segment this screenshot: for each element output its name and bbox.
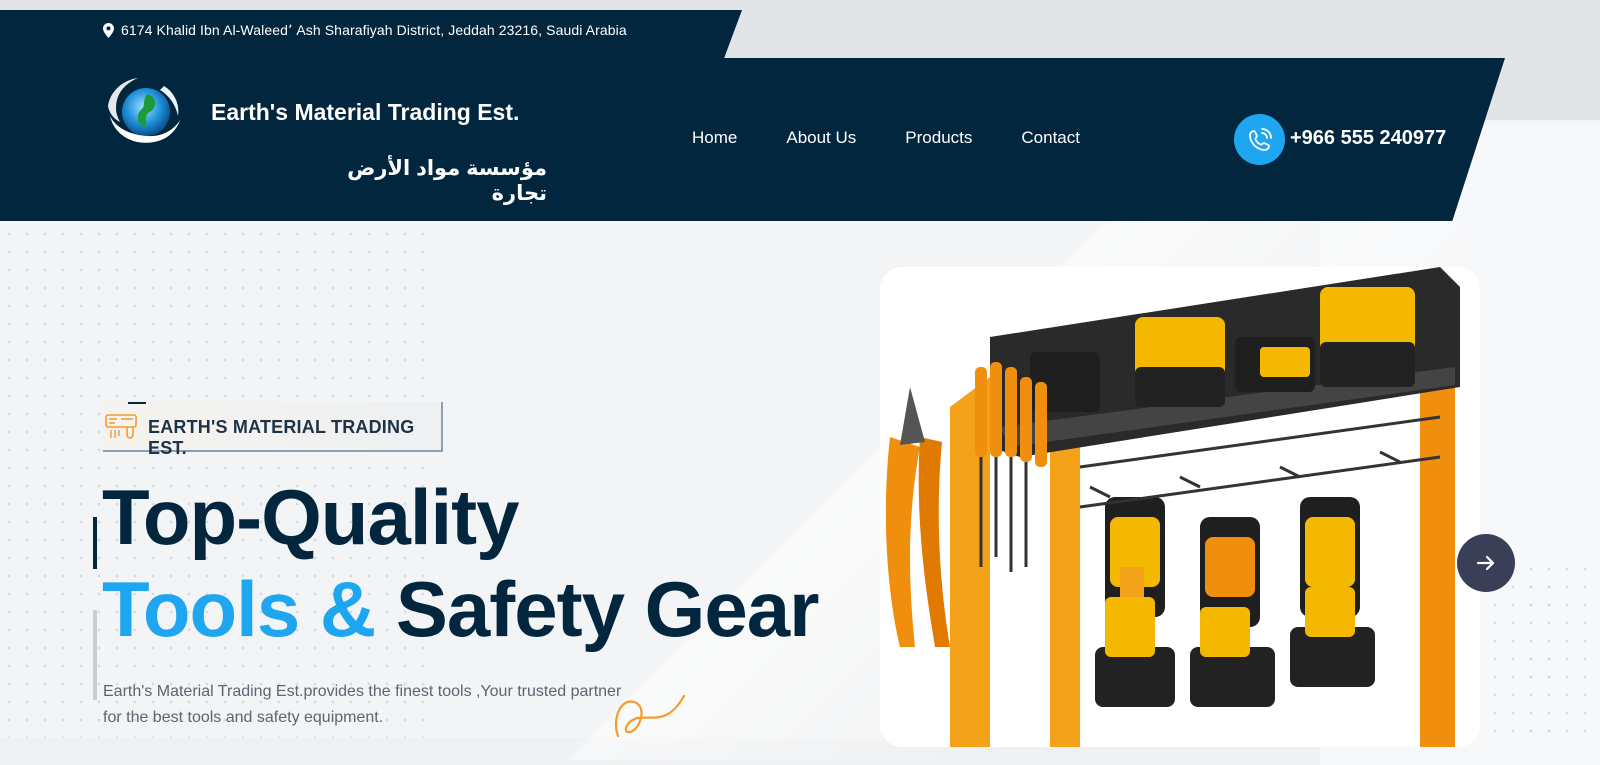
address-text: 6174 Khalid Ibn Al-Waleed٬ Ash Sharafiya… (121, 21, 627, 38)
product-image-card (880, 267, 1480, 747)
decorative-squiggle (614, 694, 686, 738)
phone-number[interactable]: +966 555 240977 (1290, 127, 1446, 150)
nav-about-us[interactable]: About Us (786, 128, 856, 148)
map-pin-icon (103, 22, 114, 38)
brand-name-english[interactable]: Earth's Material Trading Est. (211, 99, 519, 126)
phone-call-icon (1248, 127, 1272, 151)
slider-next-button[interactable] (1457, 534, 1515, 592)
nav-contact[interactable]: Contact (1021, 128, 1080, 148)
tagline-text: EARTH'S MATERIAL TRADING EST. (148, 417, 415, 458)
hero-description: Earth's Material Trading Est.provides th… (103, 683, 622, 726)
hero-title-accent: Tools & (102, 565, 376, 653)
phone-button[interactable] (1234, 114, 1285, 165)
arrow-right-icon (1476, 555, 1495, 571)
globe-logo-icon[interactable] (104, 76, 186, 152)
hero-title-line-1: Top-Quality (102, 473, 520, 561)
accent-bar (93, 517, 97, 569)
tool-rack-image (885, 267, 1460, 747)
tools-icon (105, 414, 137, 439)
tagline-badge: EARTH'S MATERIAL TRADING EST. (103, 402, 443, 458)
accent-bar-light-2 (93, 648, 97, 700)
hero-title-line-2: Tools & Safety Gear (102, 564, 820, 655)
hero-title-rest: Safety Gear (395, 565, 820, 653)
brand-name-arabic: مؤسسة مواد الأرض تجارة (347, 157, 547, 205)
tagline-top-line (128, 402, 146, 404)
accent-bar-light (93, 610, 97, 650)
address: 6174 Khalid Ibn Al-Waleed٬ Ash Sharafiya… (103, 20, 627, 40)
nav-home[interactable]: Home (692, 128, 737, 148)
main-nav: Home About Us Products Contact (692, 128, 1129, 148)
nav-products[interactable]: Products (905, 128, 972, 148)
